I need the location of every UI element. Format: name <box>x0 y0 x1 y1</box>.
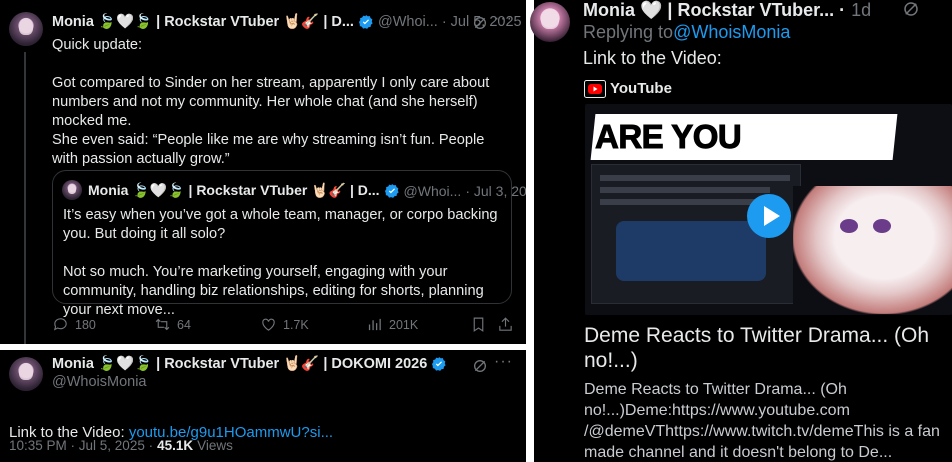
quote-text: It’s easy when you’ve got a whole team, … <box>63 207 498 318</box>
like-button[interactable]: 1.7K <box>260 316 309 333</box>
handle[interactable]: @WhoisMonia <box>52 374 147 390</box>
handle[interactable]: @Whoi... <box>378 14 438 30</box>
reply-text: Link to the Video: <box>583 48 722 68</box>
bookmark-icon[interactable] <box>470 316 487 333</box>
reply-button[interactable]: 180 <box>52 316 96 333</box>
more-options-icon[interactable]: ··· <box>494 353 513 371</box>
video-thumbnail[interactable]: ARE YOU SERIOUS??? <box>585 104 952 315</box>
replying-prefix: Replying to <box>583 22 674 42</box>
display-name[interactable]: Monia 🤍 | Rockstar VTuber... · <box>583 0 845 21</box>
display-name[interactable]: Monia 🍃🤍🍃 | Rockstar VTuber 🤘🏻🎸 | DOKOMI… <box>52 355 427 372</box>
reply-header: Monia 🤍 | Rockstar VTuber... · 1d <box>583 0 871 21</box>
heart-icon <box>262 318 275 331</box>
tweet-header: Monia 🍃🤍🍃 | Rockstar VTuber 🤘🏻🎸 | D... @… <box>52 13 522 31</box>
tweet-header: Monia 🍃🤍🍃 | Rockstar VTuber 🤘🏻🎸 | DOKOMI… <box>52 355 451 372</box>
vtuber-character <box>793 186 952 314</box>
quote-avatar <box>62 180 82 200</box>
avatar[interactable] <box>9 12 43 46</box>
grok-icon[interactable] <box>472 15 488 31</box>
share-icon[interactable] <box>497 316 514 333</box>
views-button[interactable]: 201K <box>366 316 418 333</box>
reply-icon <box>53 318 67 331</box>
divider <box>526 0 534 462</box>
tweet-text: Link to the Video: youtu.be/g9u1HOammwU?… <box>9 404 519 442</box>
reply-text-row: Link to the Video: <box>583 48 722 69</box>
avatar[interactable] <box>530 2 570 42</box>
play-icon[interactable] <box>745 192 793 240</box>
card-source: YouTube <box>610 80 672 97</box>
card-title[interactable]: Deme Reacts to Twitter Drama... (Oh no!.… <box>584 323 944 373</box>
quote-header: Monia 🍃🤍🍃 | Rockstar VTuber 🤘🏻🎸 | D... @… <box>88 182 542 199</box>
reply-tweet[interactable]: Monia 🍃🤍🍃 | Rockstar VTuber 🤘🏻🎸 | DOKOMI… <box>0 350 526 462</box>
source-label: YouTube <box>610 80 672 97</box>
thread-line <box>24 52 26 344</box>
replying-to: Replying to @WhoisMonia <box>583 22 790 43</box>
quote-handle: @Whoi... <box>403 182 462 199</box>
verified-badge-icon <box>358 14 373 29</box>
display-name[interactable]: Monia 🍃🤍🍃 | Rockstar VTuber 🤘🏻🎸 | D... <box>52 13 354 30</box>
verified-badge-icon <box>432 356 446 371</box>
views-label: Views <box>197 438 233 453</box>
like-count: 1.7K <box>283 317 309 332</box>
post-time[interactable]: 10:35 PM · Jul 5, 2025 · <box>9 438 153 453</box>
views-chart-icon <box>368 318 381 331</box>
repost-count: 64 <box>177 317 191 332</box>
timestamp[interactable]: 1d <box>851 0 871 21</box>
more-options-icon[interactable]: ··· <box>494 10 513 28</box>
reply-count: 180 <box>75 317 96 332</box>
grok-icon[interactable] <box>472 358 488 374</box>
verified-badge-icon <box>384 183 399 198</box>
tweet-meta: 10:35 PM · Jul 5, 2025 · 45.1K Views <box>9 438 233 453</box>
replying-handle[interactable]: @WhoisMonia <box>673 22 790 43</box>
tweet-text: Quick update: Got compared to Sinder on … <box>52 37 490 167</box>
repost-button[interactable]: 64 <box>154 316 191 333</box>
youtube-icon <box>584 80 606 98</box>
views-count: 201K <box>389 317 419 332</box>
grok-icon[interactable] <box>902 0 920 18</box>
quoted-tweet[interactable]: Monia 🍃🤍🍃 | Rockstar VTuber 🤘🏻🎸 | D... @… <box>52 170 542 318</box>
main-tweet[interactable]: Monia 🍃🤍🍃 | Rockstar VTuber 🤘🏻🎸 | D... @… <box>0 0 542 344</box>
view-count: 45.1K <box>157 438 194 453</box>
action-bar: 180 64 1.7K 201K <box>52 316 517 334</box>
quote-display-name: Monia 🍃🤍🍃 | Rockstar VTuber 🤘🏻🎸 | D... <box>88 182 380 198</box>
card-description: Deme Reacts to Twitter Drama... (Oh no!.… <box>584 381 940 461</box>
repost-icon <box>155 318 170 331</box>
handle-row: @WhoisMonia <box>52 374 147 390</box>
avatar[interactable] <box>9 357 43 391</box>
